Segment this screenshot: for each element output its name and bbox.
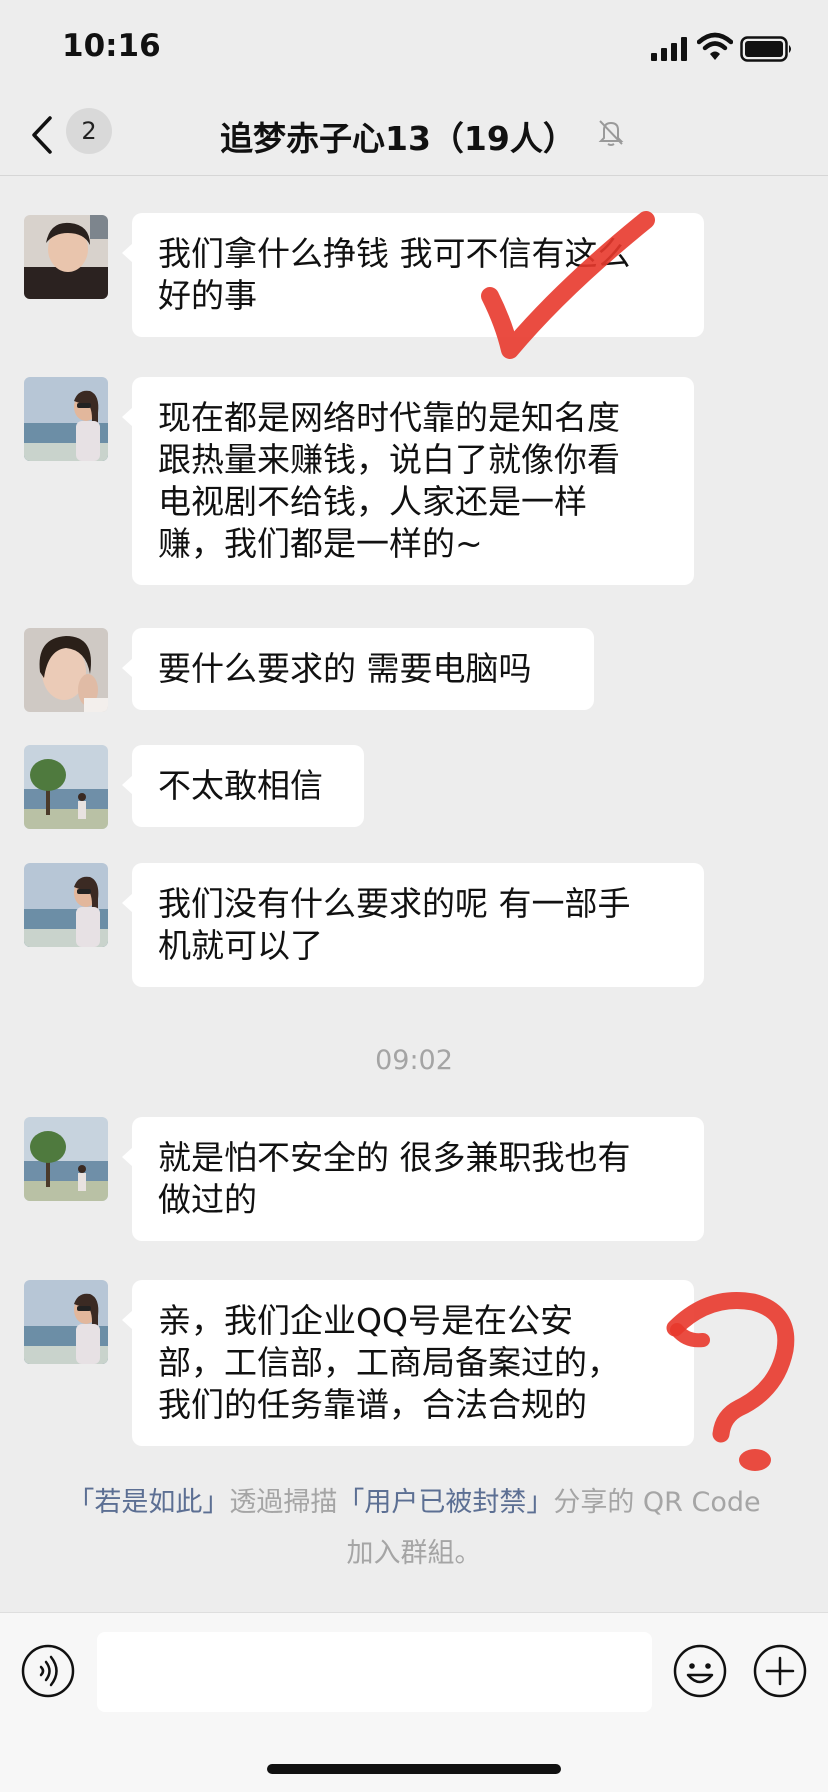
message-line: 亲，我们企业QQ号是在公安 — [158, 1301, 573, 1340]
notice-name-link[interactable]: 「用户已被封禁」 — [337, 1487, 553, 1518]
message-line: 就是怕不安全的 很多兼职我也有 — [158, 1138, 631, 1177]
input-bar — [0, 1612, 828, 1792]
mute-bell-icon — [598, 120, 624, 146]
status-bar: 10:16 — [0, 0, 828, 100]
message-bubble[interactable]: 亲，我们企业QQ号是在公安 部，工信部，工商局备案过的， 我们的任务靠谱，合法合… — [122, 1280, 694, 1446]
avatar[interactable] — [24, 1280, 108, 1364]
avatar[interactable] — [24, 863, 108, 947]
avatar[interactable] — [24, 377, 108, 461]
red-question-mark-icon — [666, 1291, 795, 1471]
avatar[interactable] — [24, 745, 108, 829]
message-line: 我们的任务靠谱，合法合规的 — [158, 1385, 587, 1424]
message-line: 电视剧不给钱，人家还是一样 — [158, 482, 587, 521]
message-bubble[interactable]: 不太敢相信 — [122, 745, 364, 827]
message-input[interactable] — [97, 1632, 652, 1712]
notice-text: 透過掃描 — [229, 1487, 338, 1518]
message-line: 我们没有什么要求的呢 有一部手 — [158, 884, 631, 923]
cellular-signal-icon — [651, 37, 687, 61]
chat-header: 2 追梦赤子心13（19人） — [0, 100, 828, 176]
back-chevron-icon[interactable] — [28, 112, 58, 158]
message-bubble[interactable]: 我们没有什么要求的呢 有一部手 机就可以了 — [122, 863, 704, 987]
message-line: 机就可以了 — [158, 926, 323, 965]
notice-name-link[interactable]: 「若是如此」 — [67, 1487, 229, 1518]
avatar[interactable] — [24, 628, 108, 712]
chat-title[interactable]: 追梦赤子心13（19人） — [220, 112, 610, 160]
message-bubble[interactable]: 要什么要求的 需要电脑吗 — [122, 628, 594, 710]
status-time: 10:16 — [62, 28, 161, 64]
wifi-icon — [697, 32, 733, 60]
emoji-icon[interactable] — [672, 1643, 728, 1699]
time-separator: 09:02 — [375, 1045, 453, 1076]
message-bubble[interactable]: 就是怕不安全的 很多兼职我也有 做过的 — [122, 1117, 704, 1241]
system-notice: 「若是如此」透過掃描「用户已被封禁」分享的 QR Code 加入群組。 — [60, 1477, 768, 1579]
battery-icon — [740, 36, 791, 62]
message-line: 不太敢相信 — [158, 766, 323, 805]
message-line: 做过的 — [158, 1180, 257, 1219]
home-indicator — [267, 1764, 561, 1774]
message-line: 跟热量来赚钱，说白了就像你看 — [158, 440, 620, 479]
unread-count-badge[interactable]: 2 — [66, 108, 112, 154]
plus-icon[interactable] — [752, 1643, 808, 1699]
message-line: 要什么要求的 需要电脑吗 — [158, 649, 532, 688]
message-bubble[interactable]: 现在都是网络时代靠的是知名度 跟热量来赚钱，说白了就像你看 电视剧不给钱，人家还… — [122, 377, 694, 585]
message-line: 部，工信部，工商局备案过的， — [158, 1343, 620, 1382]
red-checkmark-icon — [481, 211, 655, 359]
avatar[interactable] — [24, 215, 108, 299]
message-line: 现在都是网络时代靠的是知名度 — [158, 398, 620, 437]
voice-input-icon[interactable] — [20, 1643, 76, 1699]
avatar[interactable] — [24, 1117, 108, 1201]
message-line: 赚，我们都是一样的~ — [158, 524, 483, 563]
